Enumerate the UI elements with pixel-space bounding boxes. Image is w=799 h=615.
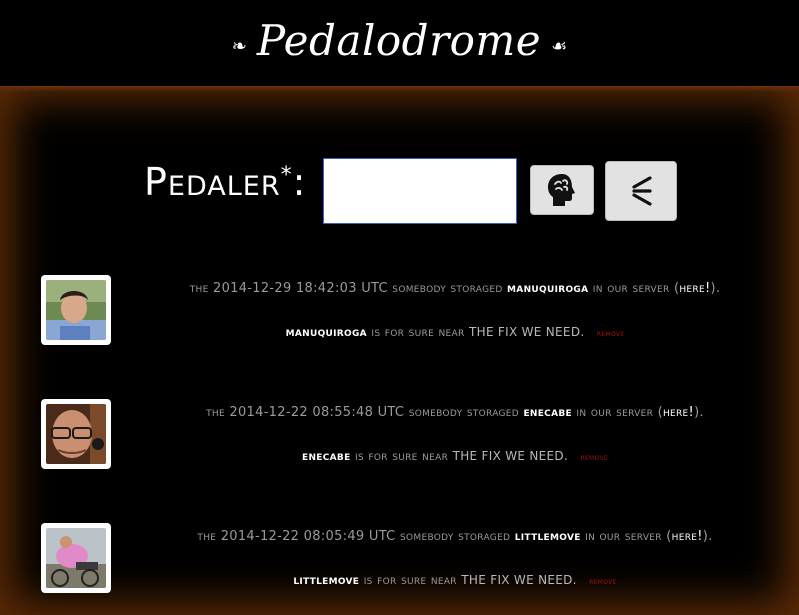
remove-link[interactable]: remove	[581, 453, 608, 462]
remove-link[interactable]: remove	[597, 329, 624, 338]
entry-need: the fix we need.	[468, 325, 585, 339]
here-link[interactable]: here!	[672, 529, 703, 544]
entry-timestamp-line: the 2014-12-22 08:05:49 UTC somebody sto…	[111, 529, 799, 544]
brain-head-icon	[548, 174, 575, 206]
entry-name: littlemove	[514, 529, 581, 544]
entry-mid: in our server (	[576, 405, 663, 420]
entry-status-line: littlemove is for sure near the fix we n…	[111, 573, 799, 588]
remove-link[interactable]: remove	[589, 577, 616, 586]
avatar[interactable]	[41, 275, 111, 345]
entry-name-2: littlemove	[293, 573, 360, 588]
site-logo[interactable]: ❧ Pedalodrome ☙	[231, 20, 568, 62]
entry-name-2: enecabe	[302, 449, 351, 464]
entry-mid: in our server (	[585, 529, 672, 544]
site-title: Pedalodrome	[256, 16, 542, 65]
entry-status: is for sure near	[354, 449, 449, 464]
entry-prefix: the 2014-12-22 08:05:49 UTC somebody sto…	[197, 529, 511, 544]
here-link[interactable]: here!	[679, 281, 710, 296]
pedaler-input[interactable]	[323, 158, 517, 224]
fleuron-left-icon: ❧	[231, 35, 247, 57]
label-colon: :	[292, 160, 307, 204]
entry-name: enecabe	[523, 405, 572, 420]
pedaler-form: Pedaler*:	[0, 158, 799, 226]
entry-prefix: the 2014-12-22 08:55:48 UTC somebody sto…	[206, 405, 520, 420]
chevron-left-icon	[632, 176, 652, 206]
entry-status: is for sure near	[363, 573, 457, 588]
header-divider	[0, 86, 799, 92]
pedaler-label-text: Pedaler	[144, 160, 281, 204]
entry-name: manuquiroga	[507, 281, 589, 296]
back-button[interactable]	[605, 161, 677, 221]
entry-status-line: enecabe is for sure near the fix we need…	[111, 449, 799, 464]
entry-prefix: the 2014-12-29 18:42:03 UTC somebody sto…	[189, 281, 503, 296]
entry-suffix: ).	[702, 529, 713, 544]
search-pedaler-button[interactable]	[530, 165, 594, 215]
avatar[interactable]	[41, 399, 111, 469]
entry-suffix: ).	[694, 405, 704, 420]
avatar-image	[46, 528, 106, 588]
avatar[interactable]	[41, 523, 111, 593]
here-link[interactable]: here!	[663, 405, 694, 420]
fleuron-right-icon: ☙	[551, 35, 568, 57]
entry-need: the fix we need.	[461, 573, 577, 587]
avatar-image	[46, 280, 106, 340]
entry-timestamp-line: the 2014-12-29 18:42:03 UTC somebody sto…	[111, 281, 799, 296]
site-header: ❧ Pedalodrome ☙	[0, 0, 799, 86]
required-mark: *	[280, 163, 293, 188]
avatar-image	[46, 404, 106, 464]
entry-timestamp-line: the 2014-12-22 08:55:48 UTC somebody sto…	[111, 405, 799, 420]
entry-mid: in our server (	[592, 281, 680, 296]
entry-need: the fix we need.	[452, 449, 569, 463]
entry-name-2: manuquiroga	[285, 325, 367, 340]
entry-status-line: manuquiroga is for sure near the fix we …	[111, 325, 799, 340]
entry-status: is for sure near	[371, 325, 465, 340]
entry-suffix: ).	[710, 281, 721, 296]
pedaler-label: Pedaler*:	[144, 160, 306, 204]
